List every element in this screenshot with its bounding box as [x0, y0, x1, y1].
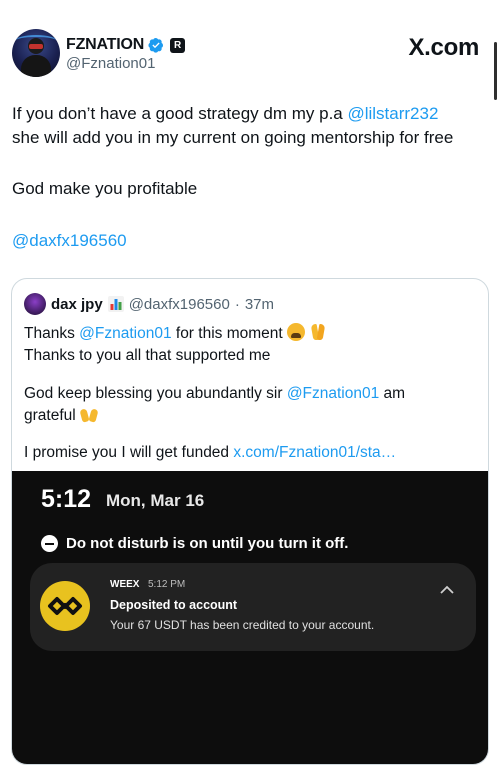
scrollbar[interactable] [494, 42, 497, 100]
quote-mention-fznation-1[interactable]: @Fznation01 [79, 325, 171, 342]
phone-screenshot-image: 5:12 Mon, Mar 16 Do not disturb is on un… [12, 471, 488, 764]
affiliate-badge-icon: R [170, 37, 186, 53]
weex-logo-icon [40, 581, 90, 631]
quote-separator: · [234, 295, 240, 313]
notification-body: Your 67 USDT has been credited to your a… [110, 618, 375, 632]
notification-app-name: WEEX [110, 579, 140, 590]
dnd-banner: Do not disturb is on until you turn it o… [41, 535, 348, 552]
tweet-paragraph-1: If you don’t have a good strategy dm my … [12, 102, 490, 150]
quote-p1-line2: Thanks to you all that supported me [24, 347, 271, 364]
weary-face-emoji-icon [287, 323, 306, 341]
author-name[interactable]: FZNATION [66, 36, 144, 54]
tweet-paragraph-3: @daxfx196560 [12, 229, 490, 253]
tweet-line-2-text: she will add you in my current on going … [12, 128, 454, 147]
quote-status-link[interactable]: x.com/Fznation01/sta… [233, 444, 396, 461]
notification-title: Deposited to account [110, 598, 238, 612]
tweet-paragraph-2: God make you profitable [12, 179, 198, 198]
xcom-watermark: X.com [408, 34, 479, 61]
quote-mention-fznation-2[interactable]: @Fznation01 [287, 385, 379, 402]
lockscreen-date: Mon, Mar 16 [106, 491, 205, 510]
dnd-minus-icon [41, 535, 58, 552]
notification-card: WEEX 5:12 PM Deposited to account Your 6… [30, 563, 476, 651]
quote-p3-prefix: I promise you I will get funded [24, 444, 234, 461]
folded-hands-emoji-icon [309, 323, 327, 341]
quote-p1-suffix: for this moment [171, 325, 288, 342]
lockscreen-time: 5:12 [41, 485, 92, 513]
quote-p1-prefix: Thanks [24, 325, 80, 342]
quote-tweet-card[interactable]: dax jpy @daxfx196560 · 37m Thanks @Fznat… [11, 278, 489, 765]
quote-age: 37m [244, 295, 275, 313]
tweet-header: FZNATION R @Fznation01 X.com [0, 0, 499, 100]
dnd-text: Do not disturb is on until you turn it o… [66, 535, 349, 552]
quote-header: dax jpy @daxfx196560 · 37m [24, 293, 274, 315]
quote-author-avatar[interactable] [24, 293, 46, 315]
chevron-up-icon [440, 585, 454, 594]
notification-time: 5:12 PM [148, 579, 186, 590]
raising-hands-emoji-icon [80, 405, 98, 423]
tweet-line-1-text: If you don’t have a good strategy dm my … [12, 104, 348, 123]
bar-chart-emoji-icon [107, 296, 124, 312]
quote-p2-line2: grateful [24, 407, 81, 424]
quote-p2-suffix: am [379, 385, 406, 402]
author-avatar[interactable] [12, 29, 60, 77]
author-handle[interactable]: @Fznation01 [66, 55, 155, 72]
verified-badge-icon [148, 38, 164, 53]
quote-paragraph-1: Thanks @Fznation01 for this moment Thank… [24, 323, 480, 367]
quote-paragraph-3: I promise you I will get funded x.com/Fz… [24, 442, 480, 464]
quote-p2-prefix: God keep blessing you abundantly sir [24, 385, 287, 402]
quote-author-name[interactable]: dax jpy [51, 296, 103, 313]
quote-author-handle[interactable]: @daxfx196560 [129, 296, 230, 313]
mention-link-daxfx[interactable]: @daxfx196560 [12, 231, 127, 250]
mention-link-lilstarr[interactable]: @lilstarr232 [347, 104, 438, 123]
quote-paragraph-2: God keep blessing you abundantly sir @Fz… [24, 383, 480, 427]
author-name-row: FZNATION R [66, 35, 186, 55]
